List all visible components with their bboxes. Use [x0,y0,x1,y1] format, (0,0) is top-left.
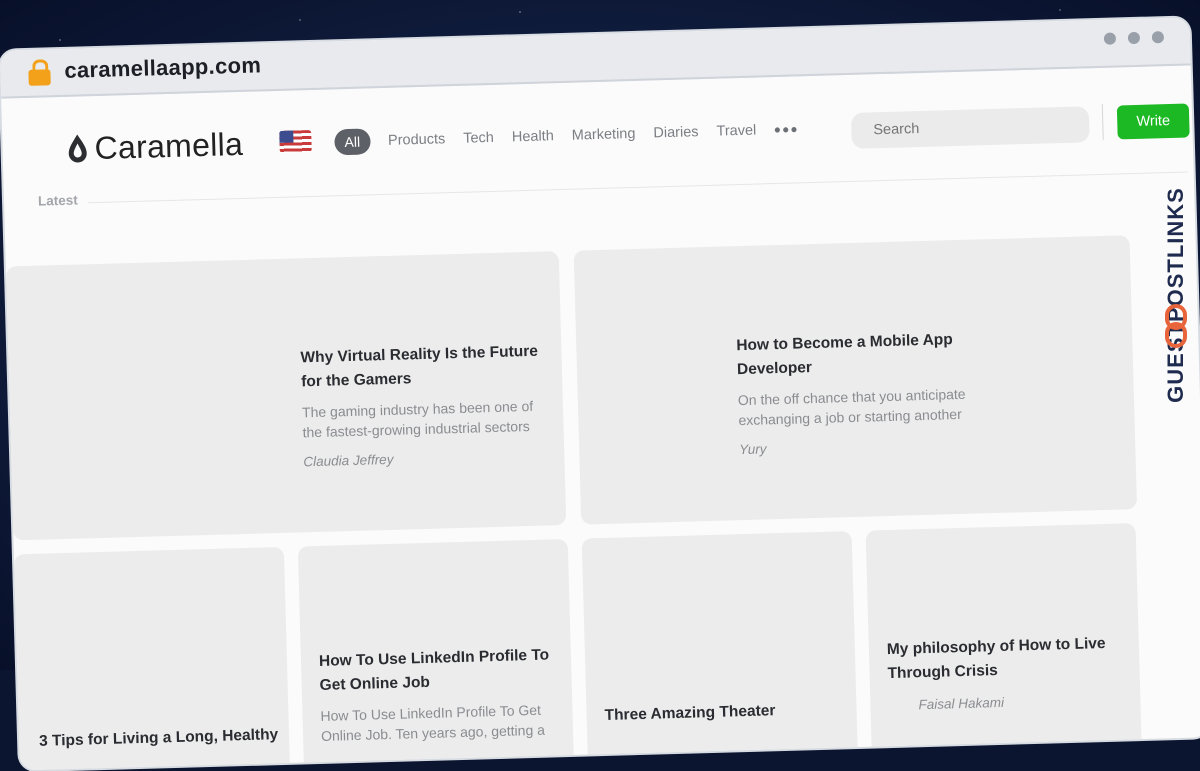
nav-item-marketing[interactable]: Marketing [572,126,636,144]
window-controls [1103,31,1165,45]
search-input[interactable] [850,106,1090,149]
category-nav: All Products Tech Health Marketing Diari… [334,116,799,156]
card-author[interactable]: Faisal Hakami [918,692,1122,712]
post-card[interactable]: 3 Tips for Living a Long, Healthy [13,546,291,771]
post-card[interactable]: How To Use LinkedIn Profile To Get Onlin… [297,538,575,771]
url-text[interactable]: caramellaapp.com [64,52,261,83]
nav-item-products[interactable]: Products [388,131,446,149]
window-dot-icon [1127,31,1141,45]
site-logo[interactable]: Caramella [66,125,244,168]
card-author[interactable]: Claudia Jeffrey [303,447,553,470]
nav-item-travel[interactable]: Travel [716,123,756,140]
post-card[interactable]: Three Amazing Theater [581,531,859,771]
us-flag-icon[interactable] [279,129,312,153]
card-excerpt: The gaming industry has been one of the … [301,397,534,441]
window-dot-icon [1103,32,1117,45]
drop-logo-icon [66,133,89,166]
link-chain-icon [1164,304,1188,348]
card-excerpt: On the off chance that you anticipate ex… [737,385,966,429]
featured-card[interactable]: How to Become a Mobile App Developer On … [573,235,1138,525]
browser-window: caramellaapp.com Caramella All Products … [0,17,1200,771]
card-title[interactable]: How To Use LinkedIn Profile To Get Onlin… [319,643,554,698]
card-title[interactable]: Three Amazing Theater [604,697,839,728]
logo-text: Caramella [94,125,244,167]
header-divider [1101,103,1104,140]
card-title[interactable]: My philosophy of How to Live Through Cri… [887,632,1122,687]
card-excerpt: How To Use LinkedIn Profile To Get Onlin… [320,701,546,744]
watermark: GUESTPOSTLINKS [1156,54,1196,403]
post-card[interactable]: My philosophy of How to Live Through Cri… [865,523,1143,771]
lock-icon [28,59,51,86]
card-title[interactable]: How to Become a Mobile App Developer [736,327,987,382]
more-icon[interactable]: ••• [774,119,799,141]
featured-card[interactable]: Why Virtual Reality Is the Future for th… [5,251,567,541]
watermark-text: GUESTPOSTLINKS [1163,187,1188,403]
nav-item-diaries[interactable]: Diaries [653,124,699,141]
window-dot-icon [1151,31,1165,44]
card-title[interactable]: Why Virtual Reality Is the Future for th… [300,339,551,394]
nav-item-tech[interactable]: Tech [463,130,494,147]
nav-item-all[interactable]: All [334,128,371,156]
card-author[interactable]: Yury [739,435,989,457]
section-label: Latest [37,192,79,209]
card-title[interactable]: 3 Tips for Living a Long, Healthy [39,723,280,754]
nav-item-health[interactable]: Health [512,128,554,145]
